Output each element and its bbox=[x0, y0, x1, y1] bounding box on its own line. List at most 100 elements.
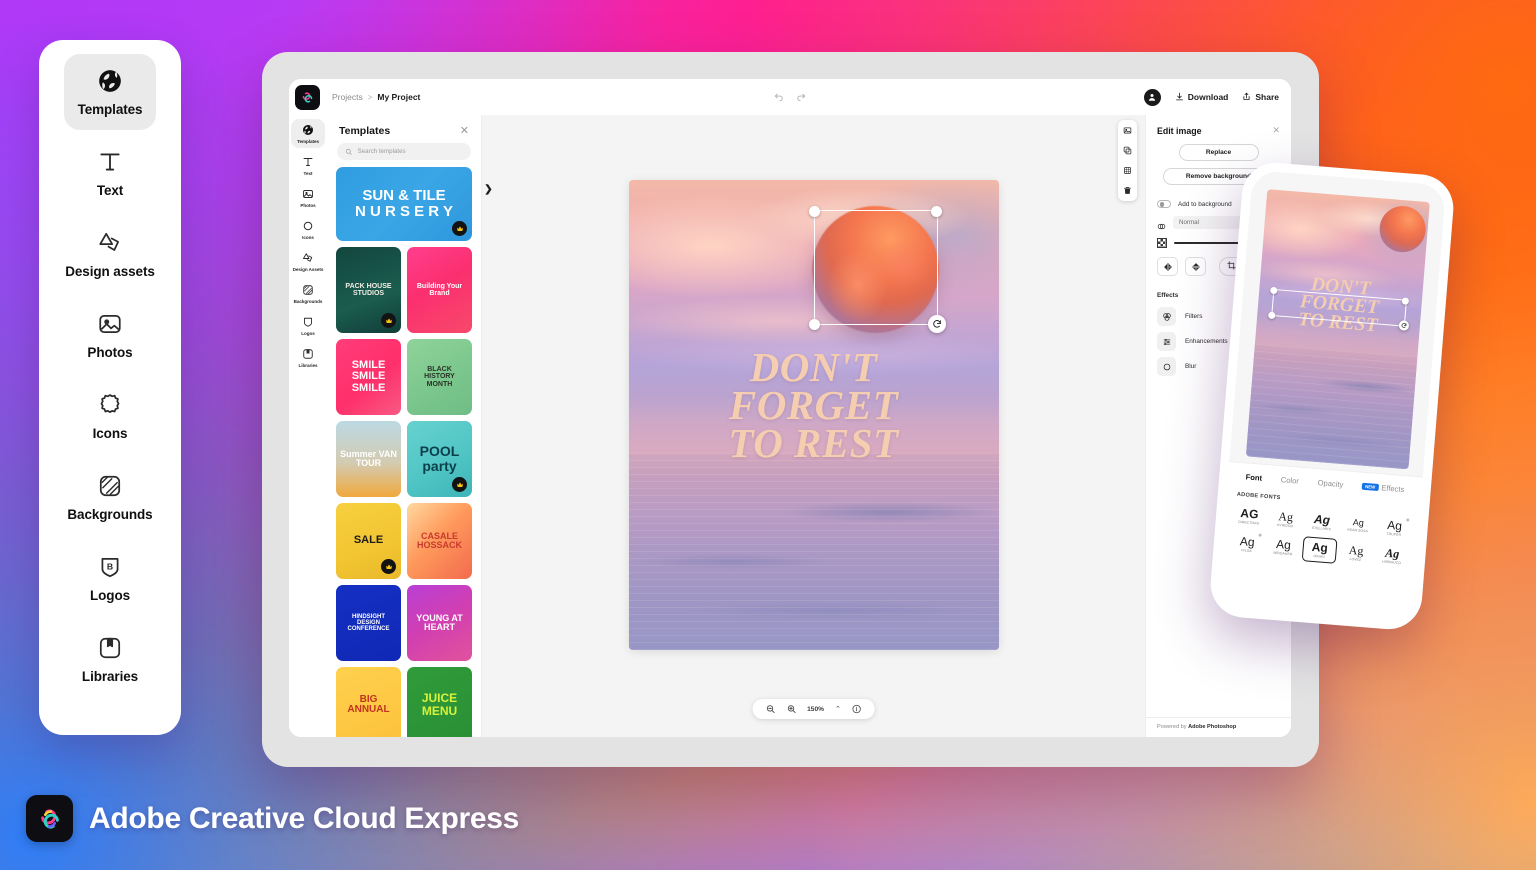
template-thumbnail[interactable]: YOUNG AT HEART bbox=[407, 585, 472, 661]
template-thumbnail[interactable]: JUICE MENU bbox=[407, 667, 472, 737]
font-option[interactable]: AgKEAR SOSA bbox=[1340, 512, 1376, 538]
menu-item-libraries[interactable]: Libraries bbox=[64, 621, 156, 697]
duplicate-icon[interactable] bbox=[1123, 146, 1132, 155]
menu-item-label: Design assets bbox=[65, 264, 155, 279]
replace-button[interactable]: Replace bbox=[1179, 144, 1259, 161]
breadcrumb: Projects > My Project bbox=[332, 92, 420, 102]
menu-item-label: Text bbox=[97, 183, 123, 198]
app-left-rail: Templates Text Photos Icons Design Asset… bbox=[289, 115, 327, 737]
redo-icon[interactable] bbox=[796, 92, 807, 103]
ocean-water bbox=[1245, 344, 1417, 469]
font-option[interactable]: AgORIAN bbox=[1301, 536, 1337, 564]
flip-vertical-icon[interactable] bbox=[1185, 257, 1206, 276]
font-specimen: Ag bbox=[1278, 510, 1294, 523]
menu-item-backgrounds[interactable]: Backgrounds bbox=[64, 459, 156, 535]
font-specimen: Ag bbox=[1239, 535, 1255, 548]
chevron-right-icon[interactable]: ❯ bbox=[482, 183, 495, 196]
resize-handle-top-left[interactable] bbox=[1270, 286, 1278, 294]
user-avatar[interactable] bbox=[1144, 89, 1161, 106]
info-icon[interactable] bbox=[852, 704, 862, 714]
resize-handle-bottom-left[interactable] bbox=[809, 319, 820, 330]
menu-item-design-assets[interactable]: Design assets bbox=[64, 216, 156, 292]
resize-handle-top-right[interactable] bbox=[1402, 297, 1410, 305]
zoom-in-icon[interactable] bbox=[786, 704, 796, 714]
phone-artboard[interactable]: DON'T FORGET TO REST bbox=[1245, 189, 1429, 469]
search-container: Search templates bbox=[327, 143, 481, 167]
template-thumbnail[interactable]: Building Your Brand bbox=[407, 247, 472, 333]
font-option[interactable]: AgHIRBAUCO bbox=[1374, 542, 1410, 570]
text-icon bbox=[302, 156, 314, 168]
font-option[interactable]: AgLOVEZ bbox=[1338, 539, 1374, 567]
tab-effects-label: Effects bbox=[1381, 483, 1405, 494]
font-option[interactable]: AgHYWOOD bbox=[1267, 506, 1303, 532]
close-icon[interactable]: ✕ bbox=[1272, 125, 1280, 136]
font-option[interactable]: AgWEIDAUER bbox=[1265, 533, 1301, 561]
adobe-cc-express-logo[interactable] bbox=[295, 85, 320, 110]
undo-icon[interactable] bbox=[774, 92, 785, 103]
menu-item-text[interactable]: Text bbox=[64, 135, 156, 211]
template-thumbnail[interactable]: BLACK HISTORY MONTH bbox=[407, 339, 472, 415]
rail-item-templates[interactable]: Templates bbox=[291, 119, 325, 148]
layers-icon[interactable] bbox=[1123, 166, 1132, 175]
template-title: SALE bbox=[350, 535, 387, 547]
template-thumbnail[interactable]: POOL party bbox=[407, 421, 472, 497]
delete-trash-icon[interactable] bbox=[1123, 186, 1132, 195]
artboard[interactable]: DON'T FORGET TO REST bbox=[629, 180, 999, 650]
menu-item-icons[interactable]: Icons bbox=[64, 378, 156, 454]
template-thumbnail[interactable]: SALE bbox=[336, 503, 401, 579]
zoom-level-value[interactable]: 150% bbox=[807, 706, 824, 713]
download-button[interactable]: Download bbox=[1175, 92, 1229, 103]
menu-item-templates[interactable]: Templates bbox=[64, 54, 156, 130]
tab-font[interactable]: Font bbox=[1245, 472, 1262, 482]
template-thumbnail[interactable]: SMILE SMILE SMILE bbox=[336, 339, 401, 415]
artwork-headline[interactable]: DON'T FORGET TO REST bbox=[629, 349, 999, 462]
template-title: YOUNG AT HEART bbox=[407, 614, 472, 633]
rail-item-logos[interactable]: Logos bbox=[291, 311, 325, 340]
resize-handle-top-right[interactable] bbox=[931, 206, 942, 217]
rail-item-design-assets[interactable]: Design Assets bbox=[291, 247, 325, 276]
share-button[interactable]: Share bbox=[1242, 92, 1279, 103]
phone-canvas-area[interactable]: DON'T FORGET TO REST bbox=[1229, 170, 1446, 477]
breadcrumb-separator: > bbox=[368, 93, 373, 102]
crop-image-icon[interactable] bbox=[1123, 126, 1132, 135]
rail-item-label: Backgrounds bbox=[294, 299, 323, 304]
rail-item-backgrounds[interactable]: Backgrounds bbox=[291, 279, 325, 308]
close-icon[interactable]: ✕ bbox=[460, 126, 469, 137]
rail-item-libraries[interactable]: Libraries bbox=[291, 343, 325, 372]
menu-item-photos[interactable]: Photos bbox=[64, 297, 156, 373]
template-thumbnail[interactable]: Summer VAN TOUR bbox=[336, 421, 401, 497]
tab-effects[interactable]: NEW Effects bbox=[1362, 482, 1405, 494]
rail-item-icons[interactable]: Icons bbox=[291, 215, 325, 244]
zoom-out-icon[interactable] bbox=[765, 704, 775, 714]
font-option[interactable]: AgPILOA bbox=[1229, 530, 1265, 558]
icons-icon bbox=[302, 220, 314, 232]
template-thumbnail[interactable]: BIG ANNUAL bbox=[336, 667, 401, 737]
tab-color[interactable]: Color bbox=[1280, 475, 1299, 485]
font-sync-dot-icon bbox=[1259, 534, 1262, 537]
selection-box[interactable] bbox=[814, 210, 938, 325]
tab-opacity[interactable]: Opacity bbox=[1317, 478, 1343, 489]
rail-item-label: Design Assets bbox=[293, 267, 324, 272]
rail-item-photos[interactable]: Photos bbox=[291, 183, 325, 212]
flip-horizontal-icon[interactable] bbox=[1157, 257, 1178, 276]
template-thumbnail[interactable]: CASALE HOSSACK bbox=[407, 503, 472, 579]
rail-item-label: Libraries bbox=[299, 363, 318, 368]
resize-handle-top-left[interactable] bbox=[809, 206, 820, 217]
canvas-area[interactable]: DON'T FORGET TO REST 1 bbox=[482, 115, 1145, 737]
template-thumbnail[interactable]: SUN & TILE N U R S E R Y bbox=[336, 167, 472, 241]
premium-crown-icon bbox=[452, 477, 467, 492]
template-thumbnail[interactable]: HINDSIGHT DESIGN CONFERENCE bbox=[336, 585, 401, 661]
add-to-background-toggle[interactable] bbox=[1157, 200, 1171, 208]
menu-item-logos[interactable]: B Logos bbox=[64, 540, 156, 616]
rail-item-text[interactable]: Text bbox=[291, 151, 325, 180]
rotate-handle-icon[interactable] bbox=[928, 315, 946, 333]
resize-handle-bottom-left[interactable] bbox=[1268, 311, 1276, 319]
font-option[interactable]: AgTRUPER bbox=[1376, 515, 1412, 541]
font-specimen: AG bbox=[1240, 507, 1259, 520]
breadcrumb-projects[interactable]: Projects bbox=[332, 92, 363, 102]
font-option[interactable]: AGDIRECTORS bbox=[1231, 503, 1267, 529]
chevron-up-icon[interactable]: ⌃ bbox=[835, 705, 841, 713]
template-thumbnail[interactable]: PACK HOUSE STUDIOS bbox=[336, 247, 401, 333]
font-option[interactable]: AgSTELLARIS bbox=[1304, 509, 1340, 535]
search-templates-input[interactable]: Search templates bbox=[337, 143, 471, 160]
